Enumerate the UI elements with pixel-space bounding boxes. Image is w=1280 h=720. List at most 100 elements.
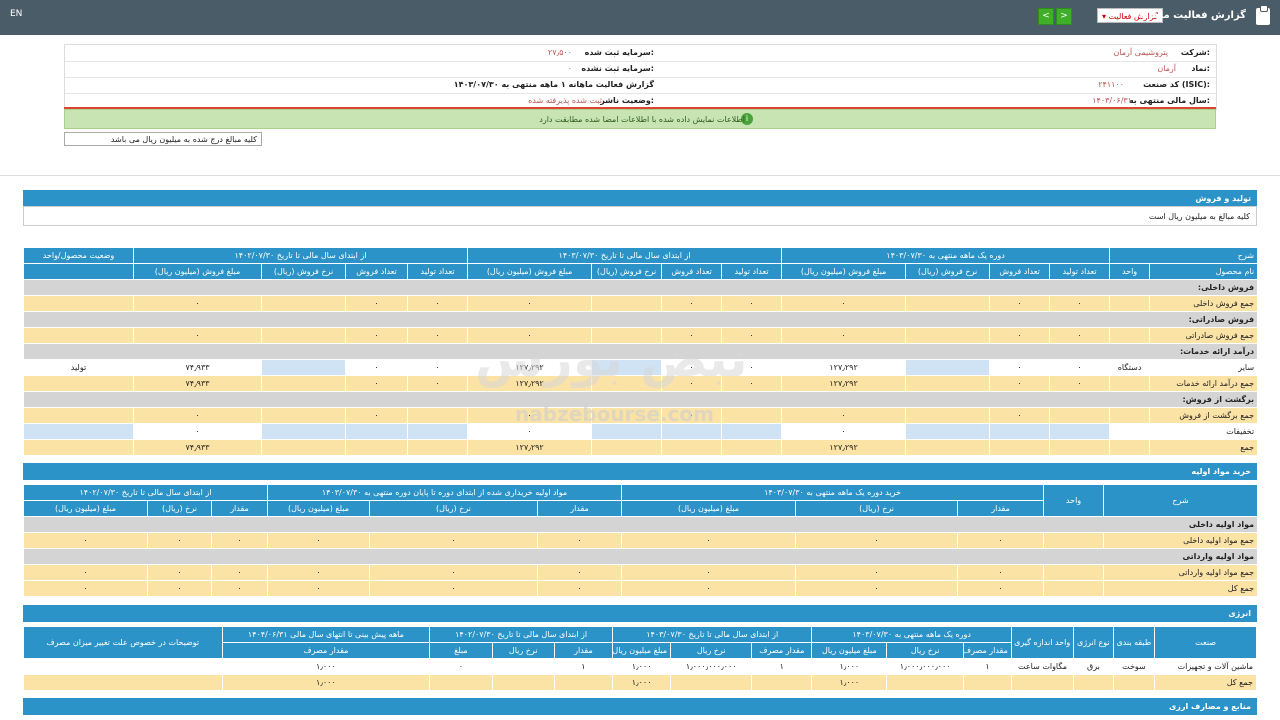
table-cell: ۰ bbox=[957, 580, 1045, 597]
table-cell bbox=[345, 439, 409, 456]
table-cell bbox=[751, 674, 813, 691]
table-cell: ۰ bbox=[369, 532, 539, 549]
table-row: فروش داخلی: bbox=[22, 279, 1259, 296]
subheader-cell: مبلغ فروش (میلیون ریال) bbox=[781, 263, 907, 280]
table-row: جمع مواد اولیه وارداتی ۰ ۰ ۰ ۰ ۰ ۰ ۰ ۰ ۰ bbox=[23, 564, 1259, 581]
table-cell: ۱۲۷٫۲۹۲ bbox=[781, 375, 907, 392]
subheader-cell: مقدار مصرف bbox=[751, 642, 813, 659]
table-cell bbox=[989, 439, 1051, 456]
table-cell: ۰ bbox=[537, 580, 623, 597]
table-cell bbox=[721, 407, 783, 424]
subheader-cell: نام محصول bbox=[1149, 263, 1259, 280]
subheader-cell: نرخ ریال bbox=[491, 642, 555, 659]
table-cell: ۰ bbox=[369, 564, 539, 581]
table-row: مواد اولیه وارداتی bbox=[22, 548, 1259, 565]
table-cell bbox=[23, 658, 223, 675]
table-cell: ۰ bbox=[407, 295, 469, 312]
header-cell: شرح bbox=[1109, 247, 1259, 264]
table-cell bbox=[661, 439, 723, 456]
table-cell: ۰ bbox=[989, 327, 1051, 344]
subheader-cell: نرخ (ریال) bbox=[795, 500, 959, 517]
table-cell: ۰ bbox=[23, 532, 148, 549]
table-cell bbox=[407, 407, 469, 424]
subheader-cell: مبلغ (میلیون ریال) bbox=[23, 500, 148, 517]
table-cell bbox=[407, 439, 469, 456]
notice-text: اطلاعات نمایش داده شده با اطلاعات امضا ش… bbox=[539, 115, 745, 124]
table-cell: سوخت bbox=[1112, 658, 1156, 675]
table-cell: ۱٫۰۰۰٫۰۰۰٫۰۰۰ bbox=[670, 658, 753, 675]
table-cell: ۰ bbox=[537, 532, 623, 549]
table-cell bbox=[1109, 295, 1151, 312]
table-cell bbox=[1049, 407, 1111, 424]
header-cell: از ابتدای سال مالی تا تاریخ ۱۴۰۲/۰۷/۳۰ bbox=[23, 484, 268, 501]
subheader-cell: مبلغ فروش (میلیون ریال) bbox=[132, 263, 263, 280]
subheader-cell: مبلغ فروش (میلیون ریال) bbox=[467, 263, 593, 280]
table-cell bbox=[345, 423, 409, 440]
table-cell: ۱۲۷٫۲۹۲ bbox=[781, 439, 907, 456]
table-cell: ۱٫۰۰۰ bbox=[612, 658, 672, 675]
table-cell: جمع مواد اولیه وارداتی bbox=[1103, 564, 1259, 581]
table-cell bbox=[23, 327, 134, 344]
production-subtitle: کلیه مبالغ به میلیون ریال است bbox=[23, 206, 1257, 226]
subheader-cell: مقدار bbox=[957, 500, 1045, 517]
subheader-cell: تعداد فروش bbox=[345, 263, 409, 280]
table-cell bbox=[905, 375, 991, 392]
table-cell: ۰ bbox=[781, 295, 907, 312]
header-cell: دوره یک ماهه منتهی به ۱۴۰۳/۰۷/۳۰ bbox=[811, 626, 1012, 643]
page-title: گزارش فعالیت ماهانه bbox=[1139, 10, 1246, 21]
section-production: تولید و فروش bbox=[23, 190, 1257, 207]
header-cell: مواد اولیه خریداری شده از ابتدای دوره تا… bbox=[266, 484, 623, 501]
table-cell: ۰ bbox=[989, 407, 1051, 424]
watermark-url: nabzebourse.com bbox=[515, 402, 714, 426]
table-cell bbox=[261, 295, 347, 312]
table-cell bbox=[1043, 580, 1105, 597]
subheader-cell: مقدار bbox=[553, 642, 614, 659]
table-row: جمع ۱۲۷٫۲۹۲ ۱۲۷٫۲۹۲ ۷۴٫۹۳۳ bbox=[23, 439, 1259, 456]
table-cell: ۰ bbox=[345, 295, 409, 312]
table-cell bbox=[261, 359, 347, 376]
table-cell bbox=[721, 423, 783, 440]
header-cell: واحد bbox=[1043, 484, 1105, 517]
subheader-cell: نرخ ریال bbox=[670, 642, 753, 659]
table-cell: ۰ bbox=[795, 532, 959, 549]
chevron-down-icon: ▾ bbox=[1102, 12, 1107, 21]
subheader-cell: مبلغ میلیون ریال bbox=[612, 642, 672, 659]
table-cell: ۰ bbox=[132, 407, 263, 424]
unregistered-capital-label: سرمایه ثبت نشده: bbox=[581, 64, 654, 73]
table-cell: مواد اولیه داخلی bbox=[22, 516, 1259, 533]
table-cell bbox=[491, 658, 555, 675]
subheader-cell: تعداد فروش bbox=[661, 263, 723, 280]
table-cell: ۰ bbox=[147, 564, 212, 581]
header-cell: طبقه بندی bbox=[1112, 626, 1156, 659]
table-cell: برق bbox=[1073, 658, 1114, 675]
table-cell bbox=[23, 439, 134, 456]
table-cell: ۰ bbox=[407, 327, 469, 344]
table-cell: تولید bbox=[23, 359, 134, 376]
subheader-cell bbox=[23, 263, 134, 280]
table-cell: جمع کل bbox=[1154, 674, 1257, 691]
next-button[interactable]: > bbox=[1056, 8, 1072, 25]
table-cell bbox=[261, 327, 347, 344]
subheader-cell: مبلغ bbox=[429, 642, 493, 659]
language-toggle[interactable]: EN bbox=[10, 9, 22, 19]
subheader-cell: نرخ فروش (ریال) bbox=[591, 263, 663, 280]
table-cell: ۰ bbox=[467, 295, 593, 312]
prev-button[interactable]: < bbox=[1038, 8, 1054, 25]
table-cell: ۰ bbox=[345, 359, 409, 376]
table-cell: فروش صادراتی: bbox=[22, 311, 1259, 328]
info-row: کد صنعت (ISIC): ۲۴۱۱۰۰ گزارش فعالیت ماها… bbox=[65, 77, 1216, 94]
table-cell: ۰ bbox=[721, 295, 783, 312]
table-cell: جمع مواد اولیه داخلی bbox=[1103, 532, 1259, 549]
table-cell: ۰ bbox=[407, 359, 469, 376]
table-cell bbox=[23, 407, 134, 424]
table-cell: ۱٫۰۰۰٫۰۰۰٫۰۰۰ bbox=[886, 658, 965, 675]
table-row: مواد اولیه داخلی bbox=[22, 516, 1259, 533]
table-cell: ۰ bbox=[795, 580, 959, 597]
table-cell bbox=[1049, 439, 1111, 456]
subheader-cell: تعداد تولید bbox=[721, 263, 783, 280]
header-cell: از ابتدای سال مالی تا تاریخ ۱۴۰۲/۰۷/۳۰ bbox=[429, 626, 614, 643]
table-cell: تخفیفات bbox=[1149, 423, 1259, 440]
subheader-cell: مقدار bbox=[537, 500, 623, 517]
table-cell bbox=[1109, 439, 1151, 456]
table-cell: ۱٫۰۰۰ bbox=[811, 674, 888, 691]
